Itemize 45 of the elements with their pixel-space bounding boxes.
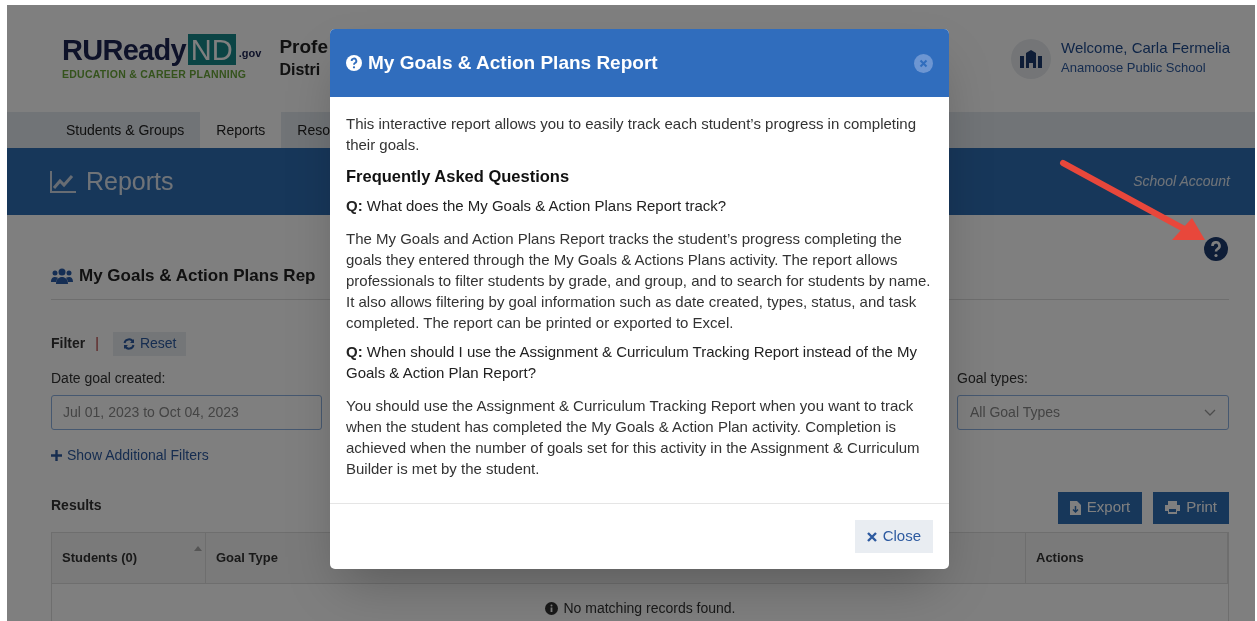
column-header[interactable]: Actions [1026, 532, 1228, 583]
nav-tab[interactable]: Reports [200, 112, 282, 148]
help-icon[interactable] [1204, 237, 1228, 261]
account-label: School Account [1133, 172, 1230, 191]
close-button[interactable]: Close [854, 520, 933, 553]
school-name: Anamoose Public School [1061, 59, 1207, 78]
printer-icon [1165, 501, 1181, 514]
info-icon [544, 602, 558, 615]
close-icon [866, 531, 877, 542]
users-icon [51, 267, 73, 284]
filter-label: Filter [51, 334, 86, 353]
answer-text: You should use the Assignment & Curriculum Tracking Report when you want to track when the student has completed the My Goals & Action Plan activity. Completion is achieved when the number of goals set for this activity in the Assignment & Curriculum Builder is met by the student. [346, 396, 921, 479]
plus-icon [51, 449, 62, 461]
question-text: Q: What does the My Goals & Action Plans Report track? [346, 196, 728, 216]
faq-heading: Frequently Asked Questions [346, 166, 571, 187]
logo-badge: ND [187, 34, 236, 66]
goal-types-label: Goal types: [957, 368, 1029, 388]
intro-text: This interactive report allows you to easily track each student’s progress in completing their goals. [346, 114, 917, 155]
logo-domain: .gov [238, 45, 262, 61]
date-field[interactable]: Jul 01, 2023 to Oct 04, 2023 [51, 394, 322, 430]
goal-types-select[interactable]: All Goal Types [957, 394, 1229, 430]
reset-button[interactable]: Reset [112, 331, 187, 356]
report-heading: My Goals & Action Plans Rep [79, 265, 316, 287]
results-label: Results [51, 495, 102, 515]
column-header[interactable]: Students (0) [52, 532, 206, 583]
page-subtitle: Distri [279, 60, 322, 81]
refresh-icon [122, 337, 135, 350]
question-text: Q: When should I use the Assignment & Curriculum Tracking Report instead of the My Goals & Action Plan Report? [346, 342, 919, 383]
logo-wordmark: RUReady [62, 36, 186, 66]
additional-filters-link[interactable]: Show Additional Filters [51, 444, 209, 466]
date-label: Date goal created: [51, 368, 167, 388]
export-button[interactable]: Export [1057, 491, 1143, 524]
banner-title: Reports [86, 165, 174, 197]
answer-text: The My Goals and Action Plans Report tracks the student’s progress completing the goals they entered through the My Goals & Actions Plans activity. The report allows professionals to filter students by grade, and group, and to search for students by name. It also allows filtering by goal information such as date created, types, status, and task completed. The report can be printed or exported to Excel. [346, 229, 932, 333]
file-download-icon [1069, 500, 1081, 515]
chevron-icon [1204, 408, 1216, 416]
logo-tagline: EDUCATION & CAREER PLANNING [62, 67, 248, 83]
modal-title: My Goals & Action Plans Report [368, 50, 658, 75]
print-button[interactable]: Print [1153, 491, 1229, 524]
page-title: Profe [279, 34, 328, 59]
chart-icon [50, 170, 76, 193]
separator-text: | [95, 334, 99, 353]
help-icon [346, 55, 362, 71]
welcome-text: Welcome, Carla Fermelia [1061, 39, 1230, 59]
empty-message: No matching records found. [563, 599, 736, 618]
